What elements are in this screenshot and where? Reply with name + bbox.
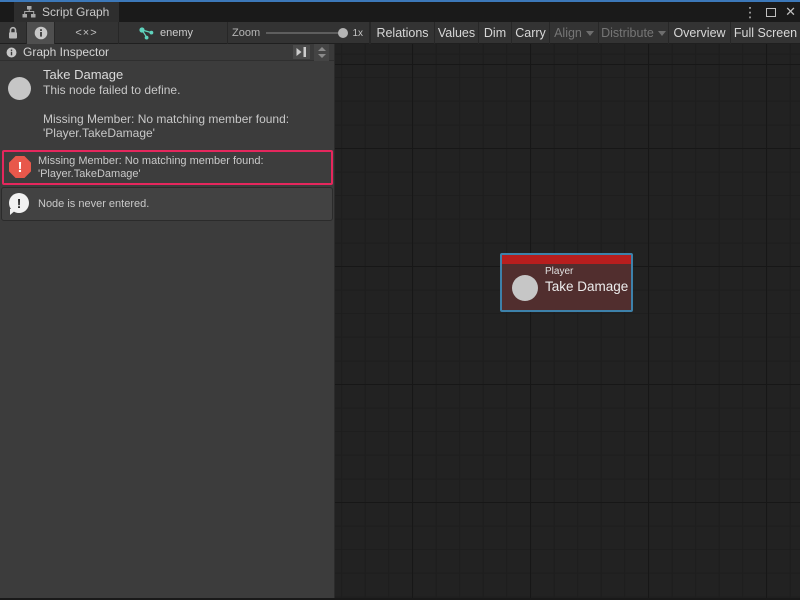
dim-button[interactable]: Dim bbox=[478, 22, 511, 44]
chevron-down-icon bbox=[658, 31, 666, 36]
lock-button[interactable] bbox=[0, 22, 27, 44]
distribute-button: Distribute bbox=[598, 22, 668, 44]
inspector-node-status: This node failed to define. bbox=[43, 83, 180, 97]
button-label: Relations bbox=[376, 26, 428, 40]
graph-inspector-header: Graph Inspector bbox=[0, 44, 334, 61]
fullscreen-button[interactable]: Full Screen bbox=[730, 22, 800, 44]
graph-breadcrumb[interactable]: enemy bbox=[119, 22, 228, 44]
error-octagon-icon: ! bbox=[9, 156, 31, 178]
button-label: Overview bbox=[673, 26, 725, 40]
zoom-control: Zoom 1x bbox=[228, 22, 370, 44]
panel-title: Graph Inspector bbox=[23, 45, 109, 59]
toolbar-actions: Relations Values Dim Carry Align Distrib… bbox=[370, 22, 800, 44]
maximize-icon[interactable] bbox=[766, 8, 776, 17]
relations-button[interactable]: Relations bbox=[370, 22, 434, 44]
inspector-node-title: Take Damage bbox=[43, 67, 123, 82]
scroll-spinner[interactable] bbox=[314, 44, 329, 61]
zoom-label: Zoom bbox=[232, 27, 260, 39]
button-label: Distribute bbox=[601, 26, 654, 40]
chevron-down-icon bbox=[586, 31, 594, 36]
warning-row-never-entered[interactable]: ! Node is never entered. bbox=[1, 187, 333, 221]
node-error-strip bbox=[502, 255, 631, 264]
align-button: Align bbox=[549, 22, 598, 44]
lock-icon bbox=[7, 26, 19, 40]
zoom-slider-knob[interactable] bbox=[338, 28, 348, 38]
button-label: Values bbox=[438, 26, 475, 40]
dock-panel-button[interactable] bbox=[293, 45, 310, 59]
spinner-down-icon[interactable] bbox=[318, 54, 326, 58]
graph-hierarchy-icon bbox=[22, 6, 36, 18]
overview-button[interactable]: Overview bbox=[668, 22, 730, 44]
values-button[interactable]: Values bbox=[434, 22, 478, 44]
window-menu-icon[interactable]: ⋮ bbox=[743, 2, 757, 22]
graph-node-take-damage[interactable]: Player Take Damage bbox=[500, 253, 633, 312]
toolbar: <×> enemy Zoom 1x Relations Values Dim bbox=[0, 22, 800, 44]
zoom-value: 1x bbox=[352, 28, 363, 39]
button-label: Dim bbox=[484, 26, 506, 40]
node-type-icon bbox=[8, 77, 31, 100]
titlebar: Script Graph ⋮ ✕ bbox=[0, 2, 800, 22]
zoom-slider[interactable] bbox=[266, 32, 346, 34]
script-graph-window: Script Graph ⋮ ✕ bbox=[0, 0, 800, 600]
carry-button[interactable]: Carry bbox=[511, 22, 549, 44]
spinner-up-icon[interactable] bbox=[318, 47, 326, 51]
inspector-error-message-line2: 'Player.TakeDamage' bbox=[43, 126, 155, 140]
info-icon bbox=[6, 47, 17, 58]
warning-row-text: Node is never entered. bbox=[38, 198, 149, 210]
node-category-label: Player bbox=[545, 266, 573, 277]
tab-title: Script Graph bbox=[42, 5, 109, 19]
graph-canvas[interactable]: Player Take Damage bbox=[335, 44, 800, 600]
node-type-icon bbox=[512, 275, 538, 301]
button-label: Carry bbox=[515, 26, 546, 40]
code-view-button[interactable]: <×> bbox=[55, 22, 119, 44]
tab-script-graph[interactable]: Script Graph bbox=[14, 2, 119, 22]
error-row-line1: Missing Member: No matching member found… bbox=[38, 155, 264, 167]
error-row-line2: 'Player.TakeDamage' bbox=[38, 168, 141, 180]
warning-bubble-icon: ! bbox=[9, 193, 29, 213]
button-label: Full Screen bbox=[734, 26, 797, 40]
info-icon bbox=[34, 26, 48, 40]
button-label: Align bbox=[554, 26, 582, 40]
close-icon[interactable]: ✕ bbox=[785, 2, 796, 22]
graph-node-icon bbox=[139, 27, 154, 40]
inspector-error-message-line1: Missing Member: No matching member found… bbox=[43, 112, 289, 126]
node-title-label: Take Damage bbox=[545, 279, 628, 294]
graph-name-label: enemy bbox=[160, 27, 193, 39]
window-controls: ⋮ ✕ bbox=[743, 2, 796, 22]
error-row-missing-member[interactable]: ! Missing Member: No matching member fou… bbox=[2, 150, 333, 185]
inspector-toggle-button[interactable] bbox=[27, 22, 55, 44]
graph-inspector-panel: Graph Inspector Take Damage This node fa… bbox=[0, 44, 335, 598]
